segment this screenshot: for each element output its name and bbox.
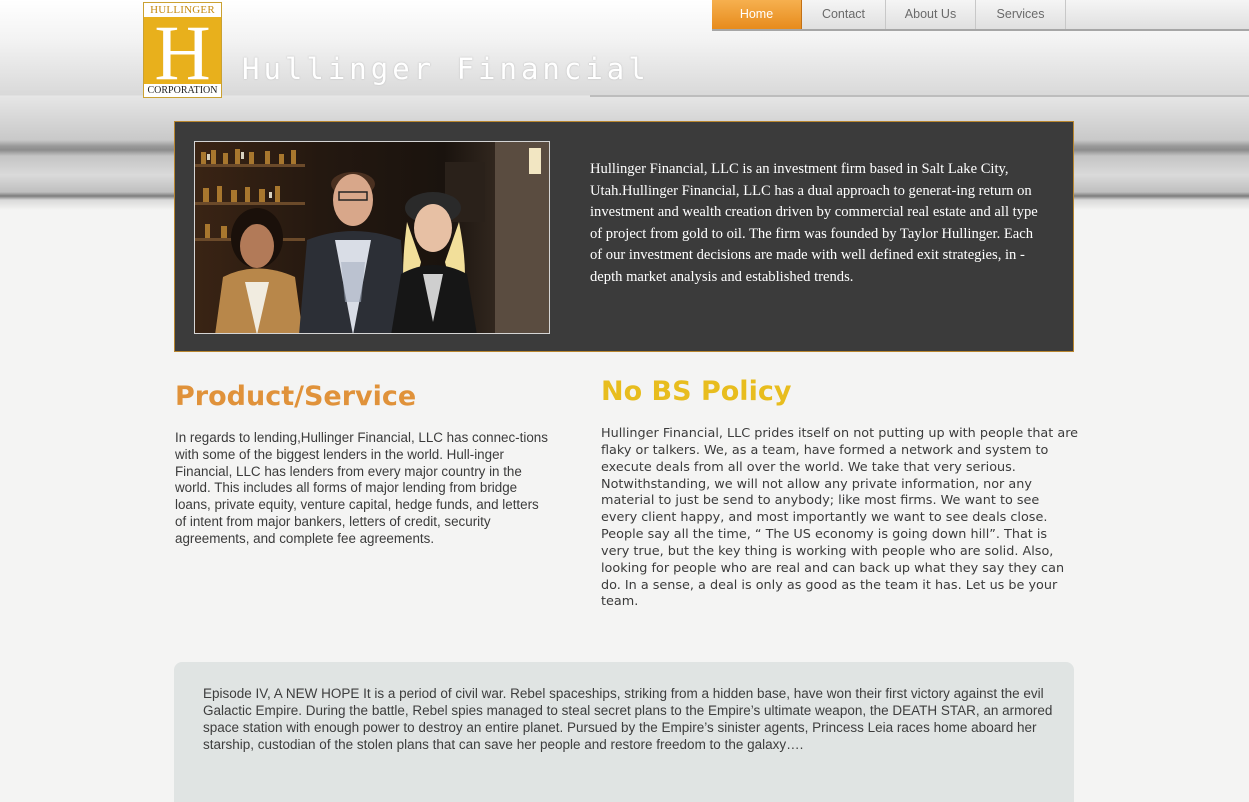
no-bs-policy-text: Hullinger Financial, LLC prides itself o… — [601, 426, 1079, 610]
feature-description: Hullinger Financial, LLC is an investmen… — [590, 161, 1038, 285]
feature-panel: Hullinger Financial, LLC is an investmen… — [174, 121, 1074, 352]
header-divider — [590, 95, 1249, 97]
company-logo[interactable]: HULLINGER H CORPORATION — [143, 2, 222, 98]
no-bs-policy-heading: No BS Policy — [601, 376, 792, 407]
team-photo — [194, 141, 550, 334]
nav-contact[interactable]: Contact — [802, 0, 886, 29]
nav-about-us[interactable]: About Us — [886, 0, 976, 29]
product-service-text: In regards to lending,Hullinger Financia… — [175, 430, 548, 546]
bottom-info-text: Episode IV, A NEW HOPE It is a period of… — [203, 686, 1053, 752]
site-title: Hullinger Financial — [242, 52, 650, 86]
team-photo-image — [195, 142, 549, 333]
product-service-heading: Product/Service — [175, 381, 417, 412]
main-nav: Home Contact About Us Services — [712, 0, 1249, 31]
logo-letter: H — [154, 9, 211, 96]
nav-home[interactable]: Home — [712, 0, 802, 29]
bottom-info-panel: Episode IV, A NEW HOPE It is a period of… — [174, 662, 1074, 802]
logo-bottom-text: CORPORATION — [144, 84, 221, 97]
nav-services[interactable]: Services — [976, 0, 1066, 29]
